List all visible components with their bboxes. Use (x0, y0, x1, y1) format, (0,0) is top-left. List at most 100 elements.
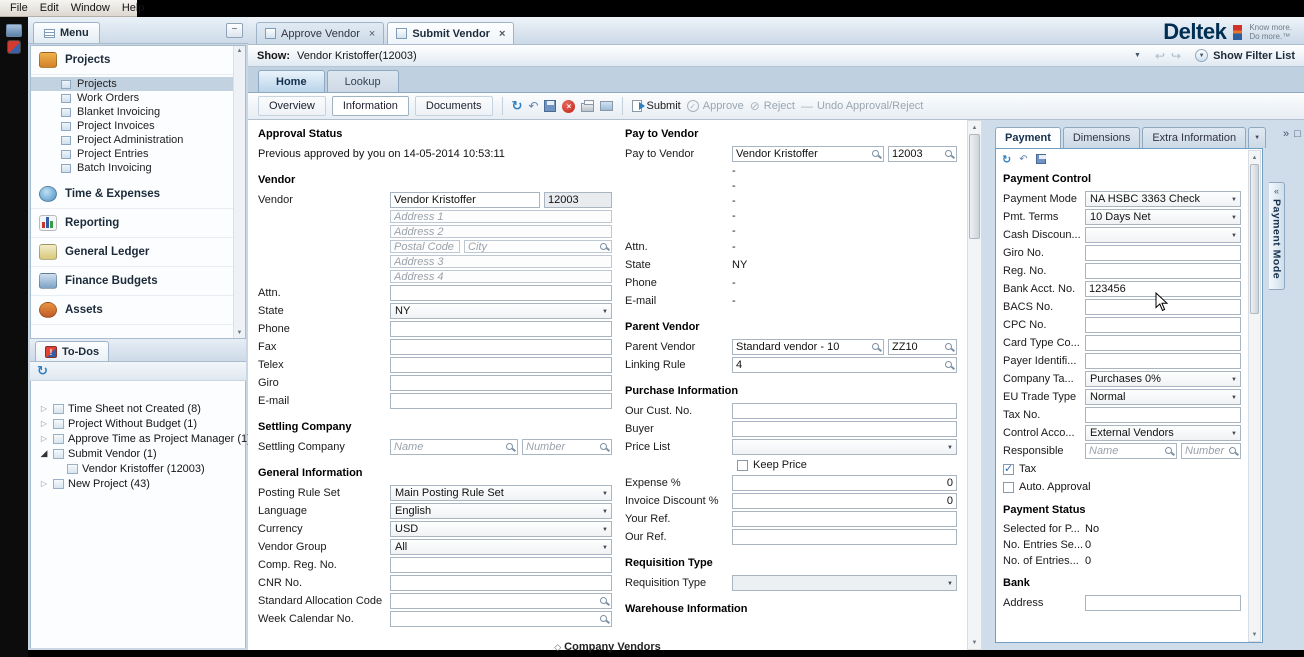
payment-mode-side-tab[interactable]: « Payment Mode (1269, 182, 1285, 290)
reg-no-input[interactable] (1085, 263, 1241, 279)
sidebar-item-time-expenses[interactable]: Time & Expenses (31, 180, 245, 209)
attn-input[interactable] (390, 285, 612, 301)
our-cust-no-input[interactable] (732, 403, 957, 419)
workspace-icon[interactable] (6, 24, 22, 37)
menu-help[interactable]: Help (116, 1, 151, 15)
vendor-group-select[interactable]: All▼ (390, 539, 612, 555)
week-calendar-no-input[interactable] (390, 611, 612, 627)
sidebar-subitem-project-entries[interactable]: Project Entries (31, 147, 245, 161)
print-button[interactable] (581, 103, 594, 112)
expand-icon[interactable]: ▷ (39, 434, 49, 443)
tab-menu[interactable]: Menu (33, 22, 100, 43)
scroll-up-icon[interactable]: ▲ (968, 121, 981, 134)
payer-identification-input[interactable] (1085, 353, 1241, 369)
cash-discount-select[interactable]: ▼ (1085, 227, 1241, 243)
refresh-icon[interactable]: ↻ (37, 363, 48, 379)
sidebar-item-assets[interactable]: Assets (31, 296, 245, 325)
sidebar-item-reporting[interactable]: Reporting (31, 209, 245, 238)
postal-code-input[interactable] (390, 240, 460, 253)
restore-panel-icon[interactable]: □ (1294, 128, 1301, 140)
lookup-icon[interactable] (505, 442, 515, 452)
reject-button[interactable]: ⊘ Reject (750, 99, 795, 113)
sidebar-scrollbar[interactable]: ▲ ▼ (233, 46, 245, 338)
panel-tab-overflow-button[interactable]: ▼ (1248, 127, 1266, 148)
close-icon[interactable]: × (499, 28, 505, 40)
lookup-icon[interactable] (1164, 446, 1174, 456)
sidebar-subitem-projects[interactable]: Projects (31, 77, 245, 91)
todo-item-project-without-budget[interactable]: ▷ Project Without Budget (1) (31, 416, 245, 431)
scroll-thumb[interactable] (1250, 164, 1259, 314)
collapse-icon[interactable]: ◢ (39, 448, 49, 459)
parent-vendor-name-input[interactable] (732, 339, 884, 355)
tab-home[interactable]: Home (258, 70, 325, 92)
lookup-icon[interactable] (599, 242, 609, 252)
sidebar-subitem-batch-invoicing[interactable]: Batch Invoicing (31, 161, 245, 175)
cpc-no-input[interactable] (1085, 317, 1241, 333)
approve-button[interactable]: ✓ Approve (687, 100, 744, 112)
tab-dimensions[interactable]: Dimensions (1063, 127, 1140, 148)
sidebar-subitem-project-invoices[interactable]: Project Invoices (31, 119, 245, 133)
company-tax-select[interactable]: Purchases 0%▼ (1085, 371, 1241, 387)
your-ref-input[interactable] (732, 511, 957, 527)
eu-trade-type-select[interactable]: Normal▼ (1085, 389, 1241, 405)
tab-todos[interactable]: ! To-Dos (35, 341, 109, 361)
city-input[interactable] (464, 240, 612, 253)
refresh-button[interactable]: ↻ (512, 98, 523, 114)
our-ref-input[interactable] (732, 529, 957, 545)
telex-input[interactable] (390, 357, 612, 373)
lookup-icon[interactable] (944, 342, 954, 352)
expand-icon[interactable]: ▷ (39, 404, 49, 413)
expand-panel-icon[interactable]: » (1283, 128, 1289, 140)
giro-no-input[interactable] (1085, 245, 1241, 261)
chevron-down-icon[interactable]: ▼ (1134, 52, 1141, 59)
sidebar-subitem-project-administration[interactable]: Project Administration (31, 133, 245, 147)
sidebar-item-general-ledger[interactable]: General Ledger (31, 238, 245, 267)
menu-window[interactable]: Window (65, 1, 116, 15)
todo-item-vendor-kristoffer[interactable]: Vendor Kristoffer (12003) (31, 461, 245, 476)
tab-payment[interactable]: Payment (995, 127, 1061, 148)
vendor-name-input[interactable] (390, 192, 540, 208)
submit-button[interactable]: Submit (632, 100, 680, 112)
requisition-type-select[interactable]: ▼ (732, 575, 957, 591)
price-list-select[interactable]: ▼ (732, 439, 957, 455)
state-select[interactable]: NY▼ (390, 303, 612, 319)
lookup-icon[interactable] (871, 342, 881, 352)
email-input[interactable] (390, 393, 612, 409)
expand-icon[interactable]: ▷ (39, 479, 49, 488)
menu-file[interactable]: File (4, 1, 34, 15)
save-button[interactable] (1036, 154, 1046, 164)
sidebar-subitem-blanket-invoicing[interactable]: Blanket Invoicing (31, 105, 245, 119)
vendor-number-input[interactable] (544, 192, 612, 208)
lookup-icon[interactable] (944, 149, 954, 159)
save-button[interactable] (544, 100, 556, 112)
tax-checkbox[interactable]: ✓ (1003, 464, 1014, 475)
todo-item-submit-vendor[interactable]: ◢ Submit Vendor (1) (31, 446, 245, 461)
tab-submit-vendor[interactable]: Submit Vendor × (387, 22, 514, 44)
keep-price-checkbox[interactable] (737, 460, 748, 471)
todo-item-approve-time[interactable]: ▷ Approve Time as Project Manager (1) (31, 431, 245, 446)
tab-approve-vendor[interactable]: Approve Vendor × (256, 22, 384, 44)
back-icon[interactable]: ↩ (1155, 49, 1165, 63)
standard-allocation-code-input[interactable] (390, 593, 612, 609)
refresh-button[interactable]: ↻ (1002, 153, 1011, 166)
giro-input[interactable] (390, 375, 612, 391)
control-account-select[interactable]: External Vendors▼ (1085, 425, 1241, 441)
bank-address-input[interactable] (1085, 595, 1241, 611)
auto-approval-checkbox[interactable] (1003, 482, 1014, 493)
sidebar-collapse-button[interactable]: − (226, 23, 243, 38)
todo-item-timesheet[interactable]: ▷ Time Sheet not Created (8) (31, 401, 245, 416)
scroll-down-icon[interactable]: ▼ (968, 636, 981, 649)
payment-mode-select[interactable]: NA HSBC 3363 Check▼ (1085, 191, 1241, 207)
notification-icon[interactable] (7, 40, 21, 54)
lookup-icon[interactable] (944, 360, 954, 370)
sidebar-item-finance-budgets[interactable]: Finance Budgets (31, 267, 245, 296)
tab-documents[interactable]: Documents (415, 96, 493, 116)
tab-overview[interactable]: Overview (258, 96, 326, 116)
address3-input[interactable] (390, 255, 612, 268)
scroll-down-icon[interactable]: ▼ (1249, 628, 1260, 641)
pmt-terms-select[interactable]: 10 Days Net▼ (1085, 209, 1241, 225)
lookup-icon[interactable] (1228, 446, 1238, 456)
lookup-icon[interactable] (599, 596, 609, 606)
tab-information[interactable]: Information (332, 96, 409, 116)
undo-button[interactable]: ↶ (528, 99, 538, 113)
